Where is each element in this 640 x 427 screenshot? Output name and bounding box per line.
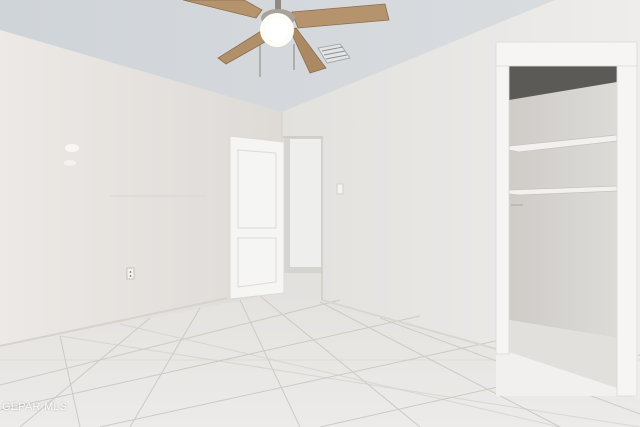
door-trim	[283, 136, 323, 138]
wall-light-reflection	[65, 144, 79, 152]
closet-trim-top	[495, 41, 638, 67]
fan-downrod	[275, 0, 281, 10]
room-photo	[0, 0, 640, 427]
light-switch[interactable]	[336, 183, 344, 195]
closet-interior	[509, 66, 617, 338]
hallway-wall	[290, 139, 321, 267]
fan-light-glow	[265, 18, 289, 42]
closet-trim-left	[495, 41, 510, 355]
closet-trim-right	[616, 41, 638, 397]
wall-outlet[interactable]	[126, 267, 135, 280]
wall-light-reflection	[64, 160, 76, 166]
outlet-hole	[129, 271, 132, 273]
outlet-hole	[129, 275, 132, 277]
watermark-text: GEPAR MLS	[2, 401, 68, 413]
